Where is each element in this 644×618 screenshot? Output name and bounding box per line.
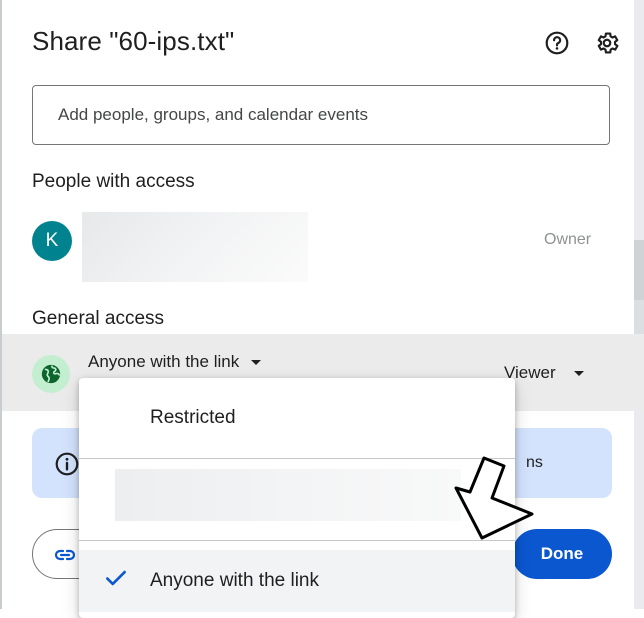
- general-access-value: Anyone with the link: [88, 352, 240, 371]
- general-access-dropdown[interactable]: Anyone with the link: [88, 352, 262, 372]
- menu-item-label: Restricted: [150, 407, 236, 428]
- avatar-initial: K: [45, 230, 59, 251]
- avatar: K: [32, 221, 72, 261]
- add-people-input[interactable]: Add people, groups, and calendar events: [32, 85, 610, 145]
- backdrop-strip: [634, 0, 644, 609]
- link-icon: [54, 549, 76, 561]
- chevron-down-icon: [251, 359, 262, 365]
- owner-role-label: Owner: [544, 231, 592, 248]
- general-access-heading: General access: [32, 308, 165, 329]
- owner-name-redacted: [82, 212, 308, 282]
- globe-icon: [32, 355, 70, 393]
- pointer-cursor-icon: [454, 456, 534, 540]
- checkmark-icon: [106, 570, 126, 586]
- menu-item-label: Anyone with the link: [150, 570, 319, 591]
- add-people-placeholder: Add people, groups, and calendar events: [58, 105, 369, 124]
- gear-icon[interactable]: [594, 30, 620, 56]
- menu-item-redacted[interactable]: [115, 469, 461, 521]
- menu-item-restricted[interactable]: Restricted: [79, 378, 515, 458]
- menu-item-anyone-with-link[interactable]: Anyone with the link: [79, 550, 515, 612]
- info-icon: [55, 452, 79, 476]
- help-circle-icon[interactable]: [544, 30, 570, 56]
- role-dropdown[interactable]: Viewer: [504, 363, 584, 383]
- chevron-down-icon: [573, 370, 584, 376]
- people-with-access-heading: People with access: [32, 171, 195, 192]
- dialog-title: Share "60-ips.txt": [32, 26, 235, 56]
